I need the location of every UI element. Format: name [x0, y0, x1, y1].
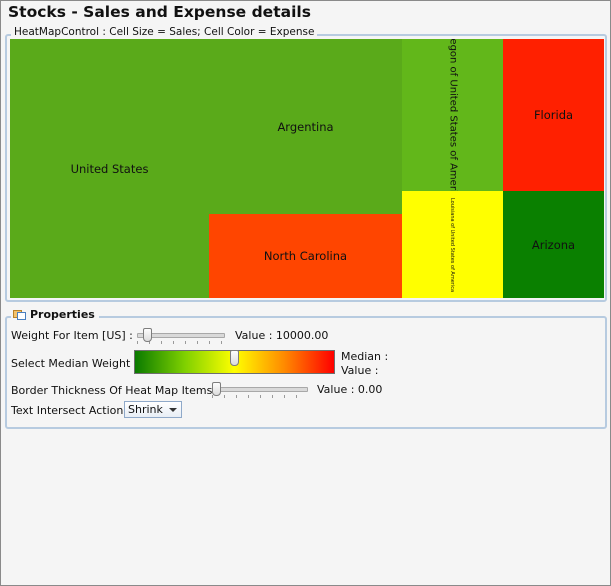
heatmap-cell-north-carolina[interactable]: North Carolina: [209, 214, 402, 298]
weight-slider[interactable]: [137, 328, 225, 344]
cell-label: Louisiana of United States of America: [449, 197, 456, 292]
heatmap-cell-united-states[interactable]: United States: [10, 39, 209, 298]
heatmap[interactable]: United States Argentina North Carolina O…: [10, 39, 604, 298]
cell-label: Argentina: [277, 119, 334, 134]
heatmap-cell-argentina[interactable]: Argentina: [209, 39, 402, 214]
cell-label: Florida: [533, 108, 574, 122]
median-label: Median :: [341, 350, 389, 363]
weight-slider-thumb[interactable]: [143, 328, 152, 342]
heatmap-cell-arizona[interactable]: Arizona: [503, 191, 604, 298]
window-title: Stocks - Sales and Expense details: [8, 3, 311, 21]
cell-label: United States: [70, 161, 149, 176]
properties-header: Properties: [11, 308, 99, 321]
text-intersect-value: Shrink: [128, 403, 163, 416]
median-weight-label: Select Median Weight :: [11, 357, 138, 370]
heatmap-cell-florida[interactable]: Florida: [503, 39, 604, 191]
median-slider-thumb[interactable]: [230, 350, 239, 366]
border-thickness-slider[interactable]: [212, 382, 308, 398]
weight-value: Value : 10000.00: [235, 329, 329, 342]
border-slider-thumb[interactable]: [212, 382, 221, 396]
heatmap-cell-louisiana[interactable]: Louisiana of United States of America: [402, 191, 503, 298]
border-thickness-value: Value : 0.00: [317, 383, 383, 396]
heatmap-cell-oregon[interactable]: Oregon of United States of America: [402, 39, 503, 191]
cell-label: North Carolina: [263, 249, 348, 263]
chevron-down-icon: [169, 408, 177, 412]
cell-label: Oregon of United States of America: [447, 39, 458, 191]
text-intersect-dropdown[interactable]: Shrink: [124, 401, 182, 418]
properties-icon: [13, 309, 26, 320]
cell-label: Arizona: [531, 237, 576, 252]
properties-title: Properties: [30, 308, 95, 321]
text-intersect-label: Text Intersect Action:: [11, 404, 128, 417]
median-value-label: Value :: [341, 364, 379, 377]
weight-label: Weight For Item [US] :: [11, 329, 133, 342]
median-weight-slider[interactable]: [134, 350, 335, 374]
border-thickness-label: Border Thickness Of Heat Map Items :: [11, 384, 220, 397]
heatmap-group-label: HeatMapControl : Cell Size = Sales; Cell…: [11, 26, 318, 38]
